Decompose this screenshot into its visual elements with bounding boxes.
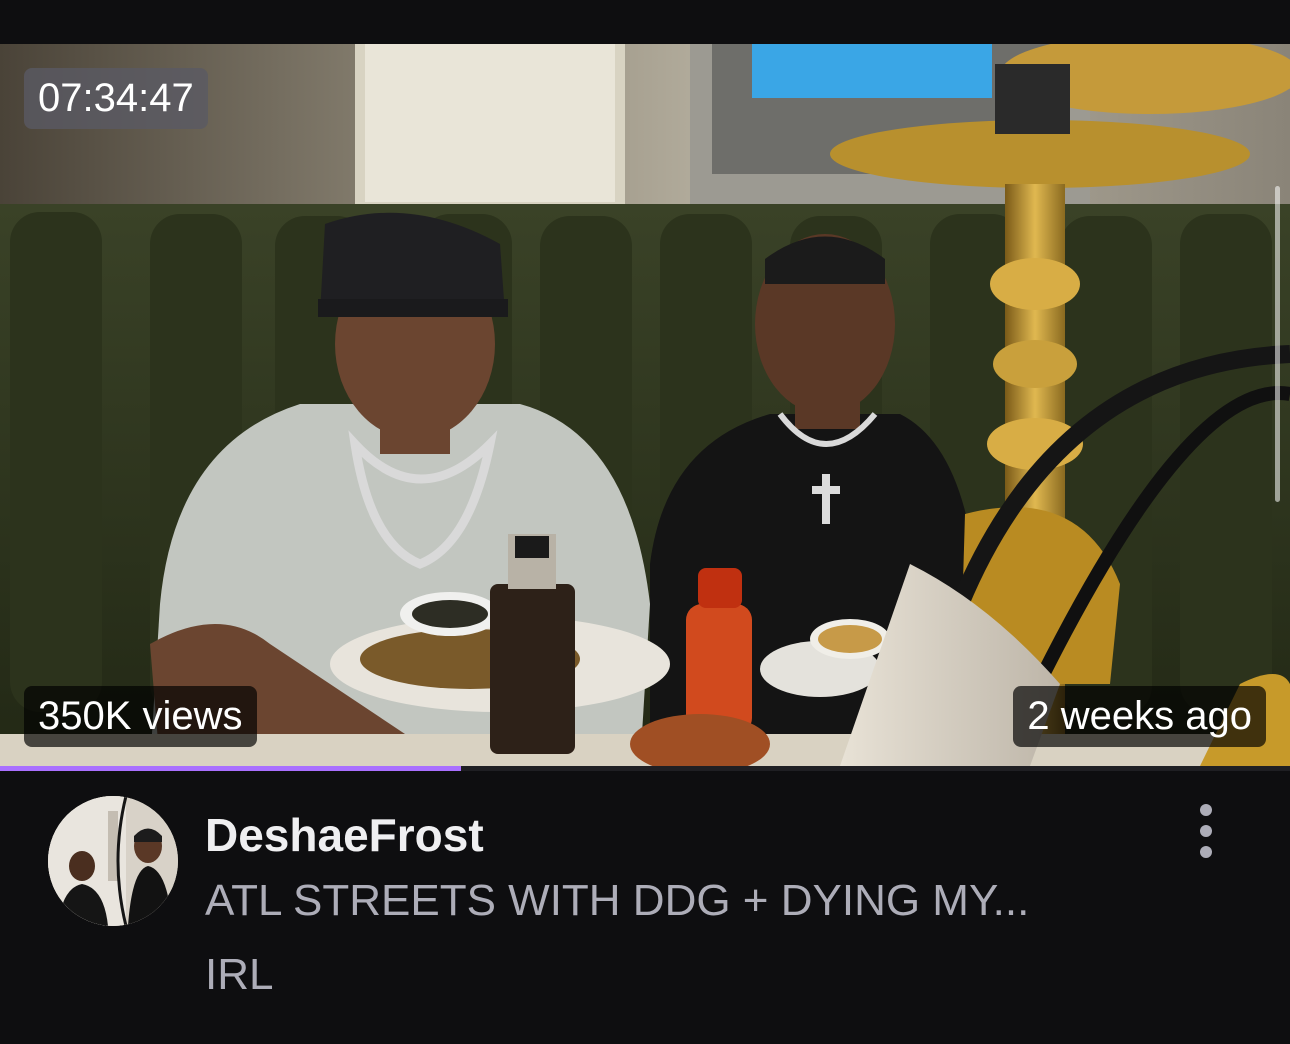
- thumbnail-scene: [0, 44, 1290, 766]
- duration-badge: 07:34:47: [24, 68, 208, 129]
- video-thumbnail[interactable]: 07:34:47 350K views 2 weeks ago: [0, 44, 1290, 766]
- watch-progress-bar: [0, 766, 1290, 771]
- avatar-image: [48, 796, 178, 926]
- channel-avatar[interactable]: [48, 796, 178, 926]
- upload-age-badge: 2 weeks ago: [1013, 686, 1266, 747]
- more-vertical-icon-dot: [1200, 825, 1212, 837]
- scrollbar-thumb[interactable]: [1275, 186, 1280, 502]
- stream-title[interactable]: ATL STREETS WITH DDG + DYING MY...: [205, 876, 1145, 926]
- more-options-button[interactable]: [1182, 798, 1230, 864]
- stream-category[interactable]: IRL: [205, 950, 273, 1000]
- more-vertical-icon-dot: [1200, 846, 1212, 858]
- more-vertical-icon: [1200, 804, 1212, 816]
- video-card[interactable]: 07:34:47 350K views 2 weeks ago DeshaeFr…: [0, 0, 1290, 1044]
- watch-progress-fill: [0, 766, 461, 771]
- view-count-badge: 350K views: [24, 686, 257, 747]
- channel-name[interactable]: DeshaeFrost: [205, 808, 484, 862]
